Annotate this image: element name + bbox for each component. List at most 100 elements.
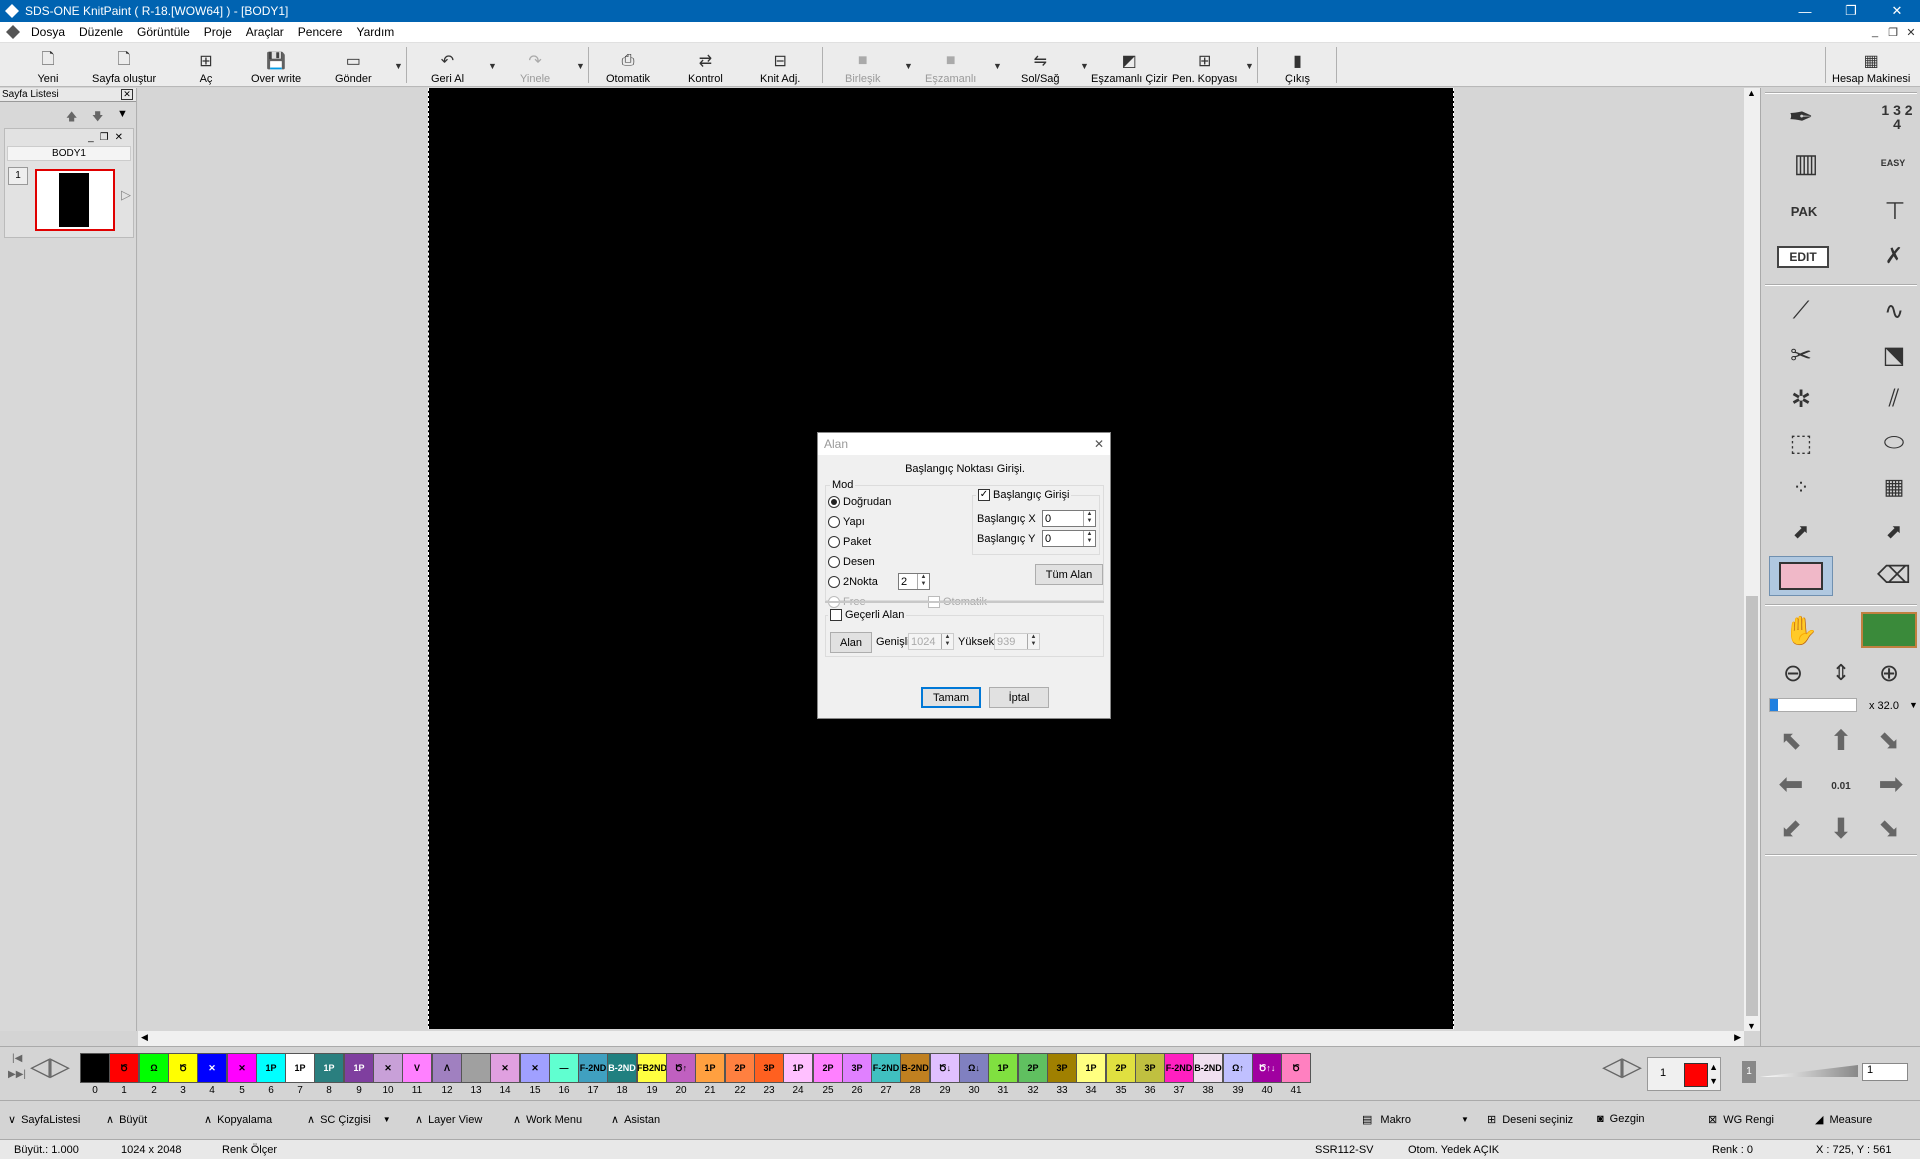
line-draw-icon[interactable]: ⟋ — [1771, 292, 1831, 330]
grid-select-icon[interactable]: ▦ — [1871, 468, 1917, 506]
measure-button[interactable]: ◢ Measure — [1815, 1113, 1872, 1127]
menu-pencere[interactable]: Pencere — [291, 25, 350, 39]
height-input[interactable]: 939 ▲ ▼ — [994, 633, 1040, 650]
calculator-button[interactable]: ▦ Hesap Makinesi — [1832, 45, 1910, 85]
work-menu-button[interactable]: ∧ Work Menu — [513, 1113, 582, 1127]
redo-dropdown-icon[interactable]: ▼ — [576, 61, 585, 71]
radio-dogrudan[interactable]: Doğrudan — [828, 496, 891, 509]
menu-araclar[interactable]: Araçlar — [239, 25, 291, 39]
open-button[interactable]: ⊞ Aç — [195, 45, 217, 85]
mdi-doc-icon[interactable] — [6, 25, 20, 39]
cut-shape-icon[interactable]: ✂ — [1771, 336, 1831, 374]
level-lock-icon[interactable]: 1 — [1742, 1061, 1756, 1083]
current-area-checkbox[interactable]: Geçerli Alan — [828, 609, 907, 622]
vertical-scrollbar[interactable]: ▲ ▼ — [1744, 88, 1760, 1031]
palette-swatch-5[interactable]: ✕ — [227, 1053, 257, 1083]
close-icon[interactable]: ✕ — [1874, 0, 1920, 22]
create-page-button[interactable]: 🗋 Sayfa oluştur — [92, 45, 156, 86]
easy-icon[interactable]: EASY — [1873, 144, 1913, 182]
palette-swatch-37[interactable]: F-2ND — [1164, 1053, 1194, 1083]
grid-view-icon[interactable] — [1861, 612, 1917, 648]
palette-swatch-10[interactable]: ✕ — [373, 1053, 403, 1083]
radio-desen[interactable]: Desen — [828, 556, 875, 569]
current-color-box[interactable]: 1 ▲ ▼ — [1647, 1057, 1721, 1091]
palette-swatch-26[interactable]: 3P — [842, 1053, 872, 1083]
color-spin-icon[interactable]: ▲ ▼ — [1709, 1060, 1718, 1088]
palette-swatch-27[interactable]: F-2ND — [871, 1053, 901, 1083]
sayfa-listesi-button[interactable]: ∨ SayfaListesi — [8, 1113, 80, 1127]
palette-swatch-31[interactable]: 1P — [988, 1053, 1018, 1083]
asistan-button[interactable]: ∧ Asistan — [611, 1113, 660, 1127]
palette-swatch-40[interactable]: Ծ↑↓ — [1252, 1053, 1282, 1083]
transfer-icon[interactable]: ⊤ — [1873, 192, 1917, 230]
resize-icon[interactable]: ⬔ — [1871, 336, 1917, 374]
app-icon[interactable] — [5, 4, 19, 18]
start-y-input[interactable]: 0 ▲ ▼ — [1042, 530, 1096, 547]
dialog-close-icon[interactable]: ✕ — [1094, 437, 1104, 451]
stripe-pattern-icon[interactable]: ▥ — [1781, 144, 1831, 182]
left-right-button[interactable]: ⇋ Sol/Sağ — [1021, 45, 1060, 85]
palette-last-icon[interactable]: ▶▶| — [8, 1069, 26, 1080]
palette-swatch-2[interactable]: Ω — [139, 1053, 169, 1083]
eraser-icon[interactable]: ⌫ — [1871, 556, 1917, 594]
palette-swatch-17[interactable]: F-2ND — [578, 1053, 608, 1083]
redo-button[interactable]: ↷ Yinele — [520, 45, 550, 85]
palette-swatch-8[interactable]: 1P — [314, 1053, 344, 1083]
palette-swatch-16[interactable]: — — [549, 1053, 579, 1083]
arrow-left-icon[interactable]: ⬅ — [1769, 764, 1813, 804]
palette-swatch-15[interactable]: ✕ — [520, 1053, 550, 1083]
combined-button[interactable]: ■ Birleşik — [845, 45, 880, 85]
minimize-icon[interactable]: — — [1782, 0, 1828, 22]
pan-vertical-icon[interactable]: ⇕ — [1823, 654, 1859, 692]
page-menu-icon[interactable]: ▼ — [117, 108, 128, 120]
edit-button[interactable]: EDIT — [1777, 246, 1829, 268]
page-next-icon[interactable]: ▷ — [121, 187, 131, 203]
menu-duzenle[interactable]: Düzenle — [72, 25, 130, 39]
page-up-icon[interactable]: 🡅 — [66, 108, 77, 127]
scroll-left-icon[interactable]: ◀ — [141, 1032, 148, 1043]
page-window-controls[interactable]: _❐✕ — [88, 132, 129, 143]
palette-swatch-24[interactable]: 1P — [783, 1053, 813, 1083]
palette-first-icon[interactable]: |◀ — [12, 1053, 22, 1064]
gezgin-button[interactable]: ◙ Gezgin — [1597, 1113, 1645, 1125]
cancel-button[interactable]: İptal — [989, 687, 1049, 708]
scroll-down-icon[interactable]: ▼ — [1747, 1021, 1756, 1031]
hand-icon[interactable]: ✋ — [1771, 610, 1831, 650]
menu-proje[interactable]: Proje — [197, 25, 239, 39]
layer-view-button[interactable]: ∧ Layer View — [415, 1113, 482, 1127]
palette-swatch-39[interactable]: Ω↑ — [1223, 1053, 1253, 1083]
palette-swatch-0[interactable] — [80, 1053, 110, 1083]
two-point-spinner[interactable]: 2 ▲ ▼ — [898, 573, 930, 590]
vertical-scroll-thumb[interactable] — [1746, 596, 1758, 1016]
exit-button[interactable]: ▮ Çıkış — [1285, 45, 1310, 85]
fill-x-icon[interactable]: ✗ — [1871, 238, 1917, 274]
start-entry-checkbox[interactable]: ✓ Başlangıç Girişi — [976, 489, 1072, 502]
arrow-down-right-icon[interactable]: ⬊ — [1869, 810, 1909, 846]
all-area-button[interactable]: Tüm Alan — [1035, 564, 1103, 585]
scroll-right-icon[interactable]: ▶ — [1734, 1032, 1741, 1043]
sim-draw-button[interactable]: ◩ Eşzamanlı Çizir — [1091, 45, 1167, 85]
palette-swatch-35[interactable]: 2P — [1106, 1053, 1136, 1083]
palette-scroll-icon[interactable]: ◁▷ — [1602, 1051, 1642, 1082]
palette-swatch-30[interactable]: Ω↓ — [959, 1053, 989, 1083]
menu-yardim[interactable]: Yardım — [349, 25, 401, 39]
arrow-up-icon[interactable]: ⬆ — [1819, 722, 1863, 758]
freehand-icon[interactable]: ∿ — [1871, 292, 1917, 330]
mdi-minimize-icon[interactable]: _ — [1866, 22, 1884, 42]
zoom-in-icon[interactable]: ⊕ — [1869, 654, 1909, 692]
pen-copy-button[interactable]: ⊞ Pen. Kopyası — [1172, 45, 1237, 85]
alan-button[interactable]: Alan — [830, 632, 872, 653]
auto-button[interactable]: ⎙ Otomatik — [606, 45, 650, 85]
page-list-close-icon[interactable]: ✕ — [121, 89, 133, 100]
palette-swatch-11[interactable]: V — [402, 1053, 432, 1083]
dropdown-icon[interactable]: ▼ — [383, 1115, 391, 1124]
left-right-dropdown-icon[interactable]: ▼ — [1080, 61, 1089, 71]
palette-swatch-13[interactable] — [461, 1053, 491, 1083]
check-button[interactable]: ⇄ Kontrol — [688, 45, 723, 85]
arrow-down-icon[interactable]: ⬇ — [1819, 810, 1863, 846]
palette-swatch-12[interactable]: Λ — [432, 1053, 462, 1083]
mdi-restore-icon[interactable]: ❐ — [1884, 22, 1902, 42]
palette-swatch-28[interactable]: B-2ND — [900, 1053, 930, 1083]
step-value[interactable]: 0.01 — [1821, 768, 1861, 804]
knit-adj-button[interactable]: ⊟ Knit Adj. — [760, 45, 800, 85]
